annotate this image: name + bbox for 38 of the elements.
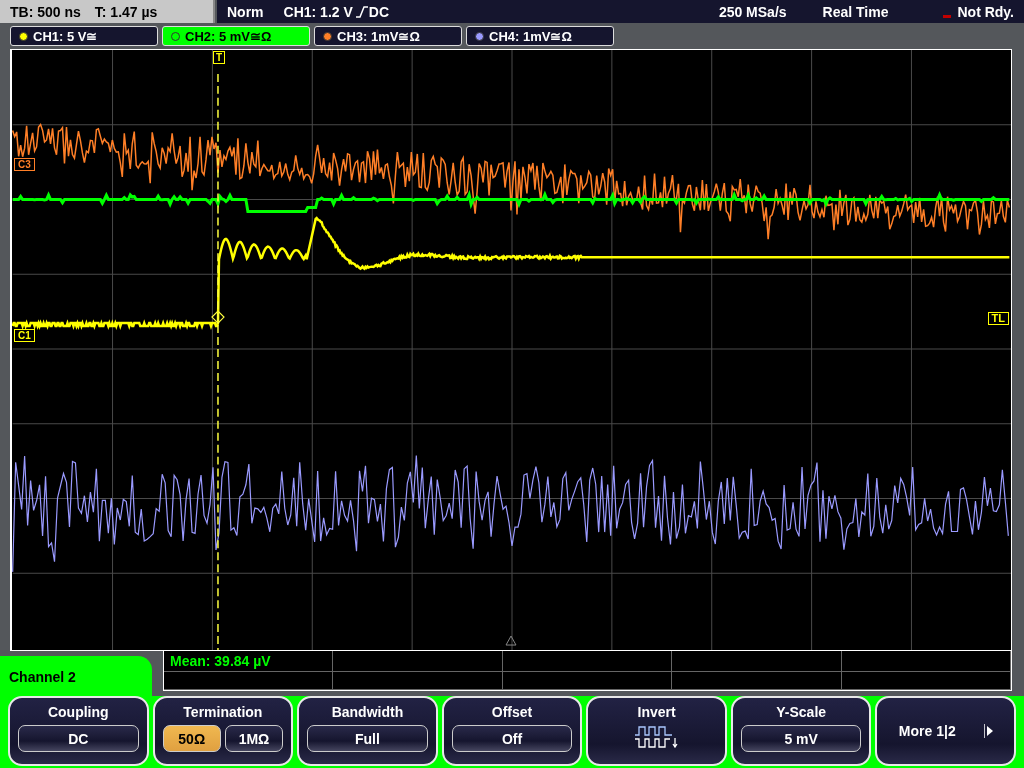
softkey-label: Offset bbox=[491, 704, 533, 720]
trigger-mode-text: Norm bbox=[227, 3, 264, 20]
measurement-text: Mean: 39.84 µV bbox=[169, 652, 272, 671]
softkey-label: Coupling bbox=[47, 704, 109, 720]
softkey-option-button[interactable]: 50Ω bbox=[162, 725, 221, 752]
acquisition-state-text: Not Rdy. bbox=[957, 3, 1014, 20]
next-arrow-icon bbox=[983, 724, 993, 738]
status-indicator-icon bbox=[943, 15, 952, 19]
more-softkey-button[interactable]: More 1|2 bbox=[875, 696, 1017, 766]
rising-edge-icon bbox=[355, 5, 368, 18]
sample-rate-text: 250 MSa/s bbox=[718, 3, 787, 20]
softkey-value-button[interactable]: Full bbox=[307, 725, 428, 752]
invert-waveform-icon bbox=[633, 725, 680, 751]
channel-marker[interactable]: C3 bbox=[14, 158, 35, 171]
channel-tab[interactable]: CH2: 5 mV≅Ω bbox=[162, 26, 310, 47]
acquisition-mode-text: Real Time bbox=[822, 3, 889, 20]
trigger-level-marker[interactable]: TL bbox=[987, 312, 1009, 325]
center-position-icon bbox=[505, 635, 517, 646]
softkey-panel[interactable]: Invert bbox=[586, 696, 727, 766]
trigger-coupling-text: DC bbox=[368, 3, 390, 20]
softkey-option-button[interactable]: 1MΩ bbox=[224, 725, 284, 752]
timebase-text: TB: 500 ns bbox=[10, 3, 81, 20]
trigger-source-text: CH1: 1.2 V bbox=[283, 3, 353, 20]
softkey-label: Termination bbox=[183, 704, 263, 720]
softkey-label: Bandwidth bbox=[331, 704, 404, 720]
softkey-label: Invert bbox=[637, 704, 676, 720]
softkey-value-button[interactable]: Off bbox=[451, 725, 573, 752]
softkey-value-button[interactable]: 5 mV bbox=[740, 725, 862, 752]
channel-tab[interactable]: CH3: 1mV≅Ω bbox=[314, 26, 462, 47]
trigger-time-text: T: 1.47 µs bbox=[94, 3, 158, 20]
channel-tab[interactable]: CH4: 1mV≅Ω bbox=[466, 26, 614, 47]
channel-marker[interactable]: C1 bbox=[14, 329, 35, 342]
softkey-label: Y-Scale bbox=[776, 704, 827, 720]
menu-title: Channel 2 bbox=[0, 656, 152, 696]
softkey-value-button[interactable]: DC bbox=[18, 725, 139, 752]
trigger-position-marker[interactable]: T bbox=[213, 51, 226, 64]
trigger-point-icon bbox=[211, 310, 225, 324]
channel-tab[interactable]: CH1: 5 V≅ bbox=[10, 26, 158, 47]
